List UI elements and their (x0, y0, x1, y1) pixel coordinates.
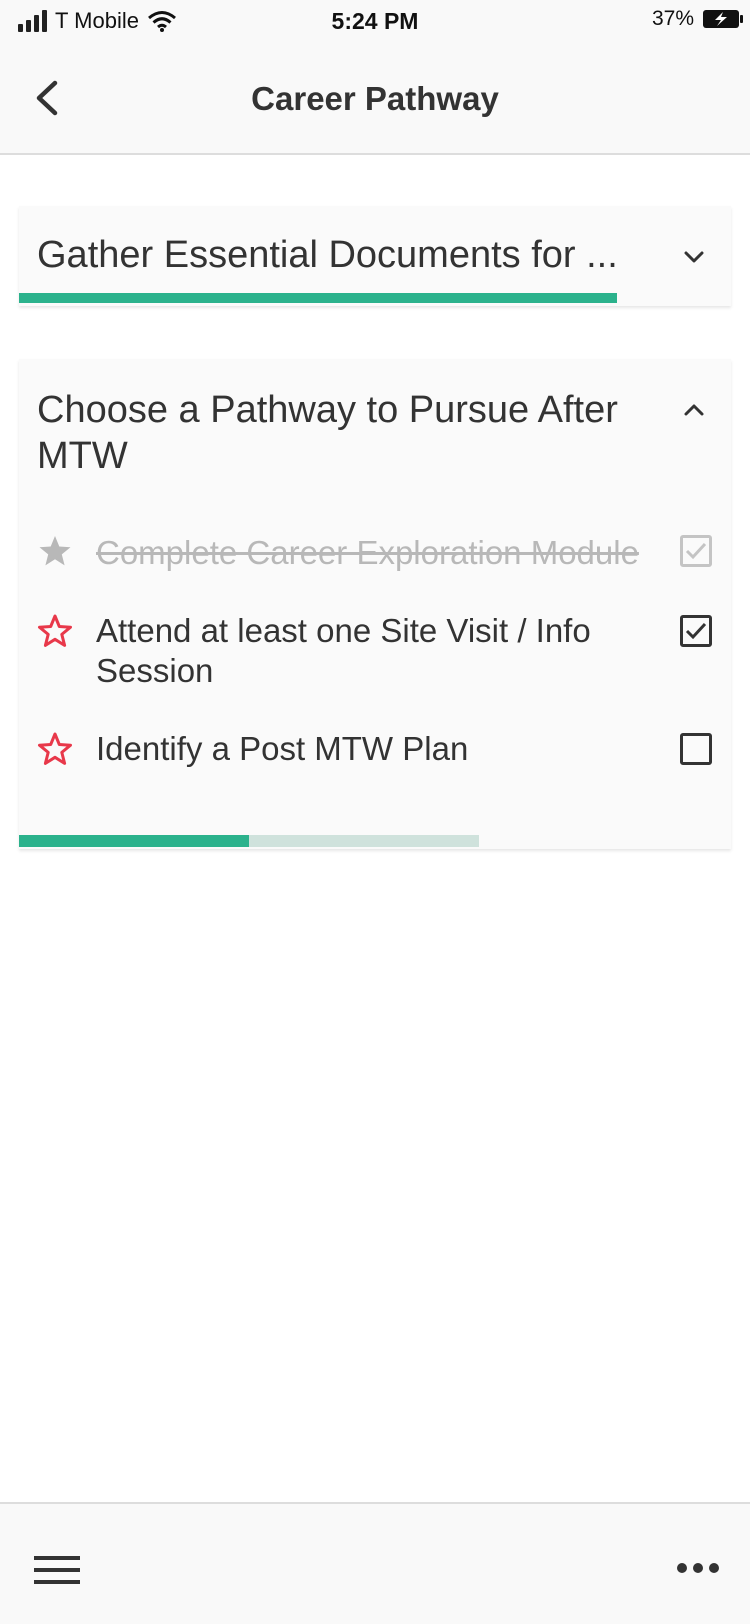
section-card-pathway: Choose a Pathway to Pursue After MTW Com… (19, 359, 731, 849)
checkmark-icon (685, 542, 707, 560)
task-checkbox[interactable] (680, 535, 712, 567)
section-card-documents[interactable]: Gather Essential Documents for ... (19, 206, 731, 306)
section-progress-track (19, 835, 479, 847)
battery-percent: 37% (651, 7, 694, 30)
chevron-up-icon (684, 404, 704, 416)
task-label: Complete Career Exploration Module (96, 534, 639, 571)
star-outline-icon (38, 614, 72, 647)
hamburger-menu-icon[interactable] (34, 1550, 82, 1590)
task-item[interactable]: Complete Career Exploration Module (19, 529, 731, 579)
checkmark-icon (685, 622, 707, 640)
more-horizontal-icon[interactable] (676, 1556, 720, 1580)
star-outline-icon (38, 732, 72, 765)
status-time: 5:24 PM (331, 8, 419, 34)
status-bar: T Mobile 5:24 PM 37% (0, 0, 750, 40)
status-right: 37% (652, 7, 744, 31)
section-title: Choose a Pathway to Pursue After MTW (37, 389, 618, 477)
section-progress-bar (19, 293, 618, 303)
section-title: Gather Essential Documents for ... (37, 234, 618, 276)
task-checkbox[interactable] (680, 615, 712, 647)
chevron-down-icon (684, 251, 704, 263)
battery-charging-icon (703, 10, 743, 28)
task-label: Attend at least one Site Visit / Info Se… (96, 612, 591, 689)
star-filled-icon (39, 536, 71, 566)
task-item[interactable]: Attend at least one Site Visit / Info Se… (19, 609, 731, 699)
section-progress-fill (19, 835, 249, 847)
expand-toggle[interactable] (679, 242, 709, 272)
bottom-toolbar (0, 1502, 750, 1624)
task-item[interactable]: Identify a Post MTW Plan (19, 727, 731, 777)
nav-bar: Career Pathway (0, 40, 750, 155)
task-label: Identify a Post MTW Plan (96, 730, 469, 767)
collapse-toggle[interactable] (679, 395, 709, 425)
page-title: Career Pathway (251, 80, 499, 117)
task-checkbox[interactable] (680, 733, 712, 765)
